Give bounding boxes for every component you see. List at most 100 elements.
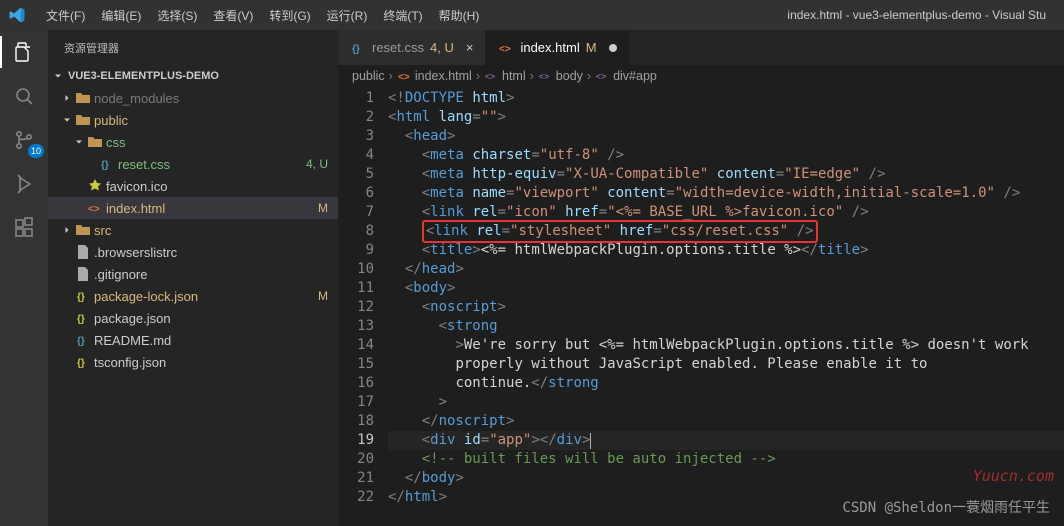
svg-text:{}: {} <box>77 336 85 347</box>
text-cursor <box>590 433 591 449</box>
code-content[interactable]: <!DOCTYPE html><html lang=""> <head> <me… <box>388 87 1064 526</box>
tree-item[interactable]: .gitignore <box>48 263 338 285</box>
tree-item[interactable]: {}README.md <box>48 329 338 351</box>
extensions-icon[interactable] <box>10 214 38 242</box>
tab[interactable]: <>index.html M <box>486 30 629 65</box>
svg-text:<>: <> <box>398 72 410 83</box>
tree-item[interactable]: css <box>48 131 338 153</box>
menu-item[interactable]: 终端(T) <box>375 3 430 28</box>
md-icon: {} <box>74 332 92 348</box>
tree-item[interactable]: .browserslistrc <box>48 241 338 263</box>
chevron-icon <box>60 92 74 104</box>
tree-item[interactable]: src <box>48 219 338 241</box>
debug-icon[interactable] <box>10 170 38 198</box>
tree-item[interactable]: {}reset.css4, U <box>48 153 338 175</box>
chevron-right-icon: › <box>476 69 480 83</box>
tree-item[interactable]: node_modules <box>48 87 338 109</box>
menu-item[interactable]: 编辑(E) <box>93 3 149 28</box>
tree-label: index.html <box>106 201 318 216</box>
explorer-icon[interactable] <box>10 38 38 66</box>
breadcrumb-item[interactable]: html <box>502 69 526 83</box>
tree-item[interactable]: public <box>48 109 338 131</box>
chevron-icon <box>60 224 74 236</box>
tab-git-status: 4, U <box>430 40 454 55</box>
tab[interactable]: {}reset.css 4, U× <box>338 30 486 65</box>
tree-label: reset.css <box>118 157 306 172</box>
chevron-right-icon: › <box>389 69 393 83</box>
svg-text:<>: <> <box>499 44 511 55</box>
window-title: index.html - vue3-elementplus-demo - Vis… <box>491 8 1056 22</box>
breadcrumb-item[interactable]: index.html <box>415 69 472 83</box>
html-icon: <> <box>498 40 514 56</box>
tree-label: package-lock.json <box>94 289 318 304</box>
editor: {}reset.css 4, U×<>index.html M public›<… <box>338 30 1064 526</box>
tree-label: node_modules <box>94 91 328 106</box>
file-tree: node_modulespubliccss{}reset.css4, Ufavi… <box>48 87 338 373</box>
sym-icon: <> <box>484 69 498 83</box>
json-icon: {} <box>74 288 92 304</box>
svg-text:<>: <> <box>88 204 100 215</box>
search-icon[interactable] <box>10 82 38 110</box>
css-icon: {} <box>98 156 116 172</box>
vscode-logo-icon <box>8 6 26 24</box>
tree-item[interactable]: {}package.json <box>48 307 338 329</box>
highlighted-line: <link rel="stylesheet" href="css/reset.c… <box>422 220 818 243</box>
line-gutter: 12345678910111213141516171819202122 <box>338 87 388 526</box>
tree-label: public <box>94 113 328 128</box>
breadcrumb-item[interactable]: body <box>556 69 583 83</box>
activity-bar: 10 <box>0 30 48 526</box>
breadcrumbs[interactable]: public › <> index.html › <> html › <> body › <> div#… <box>338 65 1064 87</box>
tab-git-status: M <box>586 40 597 55</box>
sidebar-title: 资源管理器 <box>48 30 338 65</box>
menu-item[interactable]: 转到(G) <box>261 3 318 28</box>
folder-icon <box>74 90 92 106</box>
watermark: CSDN @Sheldon一蓑烟雨任平生 <box>842 499 1050 518</box>
tree-item[interactable]: favicon.ico <box>48 175 338 197</box>
tree-label: package.json <box>94 311 328 326</box>
svg-text:{}: {} <box>77 292 85 303</box>
tree-item[interactable]: {}tsconfig.json <box>48 351 338 373</box>
source-control-icon[interactable]: 10 <box>10 126 38 154</box>
tree-label: favicon.ico <box>106 179 328 194</box>
title-bar: 文件(F)编辑(E)选择(S)查看(V)转到(G)运行(R)终端(T)帮助(H)… <box>0 0 1064 30</box>
sym-icon: <> <box>538 69 552 83</box>
breadcrumb-item[interactable]: public <box>352 69 385 83</box>
chevron-right-icon: › <box>587 69 591 83</box>
svg-text:<>: <> <box>539 72 549 82</box>
close-icon[interactable]: × <box>466 40 474 55</box>
folder-icon <box>74 222 92 238</box>
tree-label: css <box>106 135 328 150</box>
json-icon: {} <box>74 310 92 326</box>
menu-item[interactable]: 选择(S) <box>149 3 205 28</box>
menu-item[interactable]: 查看(V) <box>205 3 261 28</box>
tree-label: tsconfig.json <box>94 355 328 370</box>
menu-item[interactable]: 帮助(H) <box>431 3 488 28</box>
fav-icon <box>86 178 104 194</box>
chevron-down-icon <box>52 70 64 82</box>
breadcrumb-item[interactable]: div#app <box>613 69 657 83</box>
sym-icon: <> <box>595 69 609 83</box>
chevron-icon <box>72 136 86 148</box>
sidebar-section[interactable]: VUE3-ELEMENTPLUS-DEMO <box>48 65 338 87</box>
tree-item[interactable]: {} package-lock.jsonM <box>48 285 338 307</box>
chevron-right-icon: › <box>530 69 534 83</box>
json-icon: {} <box>74 354 92 370</box>
tree-label: .gitignore <box>94 267 328 282</box>
file-icon <box>74 244 92 260</box>
menu-bar: 文件(F)编辑(E)选择(S)查看(V)转到(G)运行(R)终端(T)帮助(H) <box>38 3 487 28</box>
svg-text:{}: {} <box>352 44 360 55</box>
svg-text:<>: <> <box>596 72 606 82</box>
file-icon <box>74 266 92 282</box>
menu-item[interactable]: 运行(R) <box>319 3 376 28</box>
tree-item[interactable]: <>index.htmlM <box>48 197 338 219</box>
git-status: M <box>318 289 328 303</box>
tree-label: .browserslistrc <box>94 245 328 260</box>
dirty-indicator-icon <box>609 44 617 52</box>
git-status: 4, U <box>306 157 328 171</box>
html-icon: <> <box>86 200 104 216</box>
sidebar: 资源管理器 VUE3-ELEMENTPLUS-DEMO node_modules… <box>48 30 338 526</box>
html-icon: <> <box>397 68 411 84</box>
code-area[interactable]: 12345678910111213141516171819202122 <!DO… <box>338 87 1064 526</box>
menu-item[interactable]: 文件(F) <box>38 3 93 28</box>
tab-bar: {}reset.css 4, U×<>index.html M <box>338 30 1064 65</box>
